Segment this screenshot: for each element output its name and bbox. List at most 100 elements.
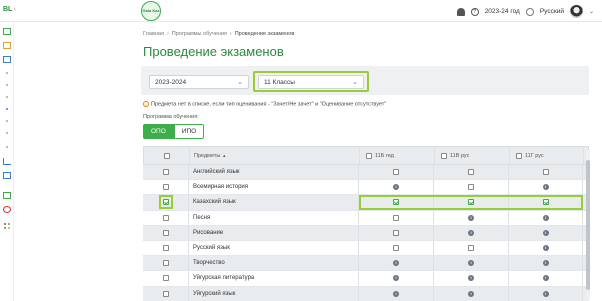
info-icon[interactable]: i	[393, 275, 399, 282]
row-checkbox[interactable]	[162, 184, 169, 191]
cell-checkbox[interactable]	[393, 169, 399, 176]
avatar[interactable]	[569, 5, 583, 18]
nav-dot[interactable]	[6, 72, 8, 74]
chevron-down-icon: ⌄	[237, 79, 243, 86]
info-icon[interactable]: i	[393, 260, 399, 267]
info-icon[interactable]: i	[468, 260, 474, 267]
year-select[interactable]: 2023-2024 ⌄	[149, 75, 249, 89]
class-cell: i	[509, 256, 583, 271]
column-header: 11Г рус	[510, 147, 584, 164]
column-header: 11В рус	[435, 147, 510, 164]
class-cell: i	[359, 286, 434, 301]
chevron-down-icon[interactable]: ⌄	[589, 8, 594, 15]
info-icon[interactable]: i	[542, 184, 549, 191]
program-label: Программа обучения:	[143, 114, 199, 120]
program-toggle: ОПО ИПО	[143, 124, 205, 139]
nav-dot[interactable]	[6, 146, 8, 148]
cell-checkbox[interactable]	[468, 169, 474, 176]
select-all-checkbox[interactable]	[163, 152, 170, 159]
help-icon[interactable]: ?	[470, 7, 479, 16]
info-icon[interactable]: i	[542, 290, 549, 297]
row-checkbox[interactable]	[162, 290, 169, 297]
row-checkbox[interactable]	[162, 199, 169, 206]
row-checkbox[interactable]	[162, 275, 169, 282]
subjects-header[interactable]: Предметы ▲	[190, 147, 360, 164]
class-select[interactable]: 11 Классы ⌄	[258, 75, 364, 89]
info-icon[interactable]: i	[542, 260, 549, 267]
globe-icon[interactable]	[525, 7, 534, 16]
class-cell: i	[434, 210, 509, 225]
row-check-cell	[143, 225, 189, 240]
row-check-cell	[143, 240, 189, 256]
class-cell: i	[509, 180, 583, 195]
info-icon[interactable]: i	[468, 229, 474, 236]
class-cell	[434, 180, 509, 195]
table-row: Английский язык	[143, 165, 589, 181]
academic-year[interactable]: 2023-24 год	[485, 8, 520, 15]
row-checkbox[interactable]	[162, 229, 169, 236]
subject-name: Русский язык	[189, 240, 359, 256]
chevron-down-icon: ⌄	[352, 79, 358, 86]
bell-icon[interactable]	[456, 7, 465, 16]
class-select-highlight: 11 Классы ⌄	[253, 71, 369, 92]
class-cell: i	[434, 225, 509, 240]
row-checkbox[interactable]	[162, 260, 169, 267]
apps-icon[interactable]	[3, 222, 11, 229]
cell-checkbox[interactable]	[468, 245, 474, 252]
folder-icon[interactable]	[3, 42, 11, 49]
subject-name: Песня	[189, 210, 359, 225]
app-logo[interactable]: BL›	[3, 6, 16, 13]
info-icon[interactable]: i	[468, 214, 474, 221]
column-header: 11Б гед	[360, 147, 435, 164]
monitor-icon[interactable]	[3, 28, 11, 35]
row-check-cell	[143, 271, 189, 286]
nav-dot[interactable]	[6, 132, 8, 134]
scrollbar-thumb[interactable]	[586, 160, 590, 290]
chart-icon[interactable]	[3, 158, 11, 165]
cell-checkbox[interactable]	[393, 245, 399, 252]
class-cell: i	[359, 256, 434, 271]
cell-checkbox[interactable]	[468, 184, 474, 191]
language-selector[interactable]: Русский	[540, 8, 564, 15]
table-header: Предметы ▲ 11Б гед 11В рус 11Г рус	[143, 146, 589, 165]
class-cell: i	[509, 286, 583, 301]
help-circle-icon[interactable]	[3, 206, 11, 213]
school-icon[interactable]	[3, 56, 11, 63]
info-icon[interactable]: i	[393, 290, 399, 297]
class-cell: i	[434, 256, 509, 271]
info-icon[interactable]: i	[468, 290, 474, 297]
nav-dot[interactable]	[6, 84, 8, 86]
class-cell: i	[509, 240, 583, 256]
class-cell	[359, 210, 434, 225]
breadcrumb: Главная › Программы обучения › Проведение эк…	[143, 31, 294, 37]
info-icon[interactable]: i	[542, 229, 549, 236]
row-checkbox[interactable]	[162, 214, 169, 221]
info-icon[interactable]: i	[542, 275, 549, 282]
card-icon[interactable]	[3, 192, 11, 199]
column-checkbox[interactable]	[366, 152, 372, 159]
table-scrollbar[interactable]	[586, 150, 590, 300]
nav-dot[interactable]	[6, 96, 8, 98]
brand-logo[interactable]: Gaia Kaz	[141, 1, 161, 21]
sort-icon[interactable]: ▲	[222, 153, 226, 158]
info-icon[interactable]: i	[393, 184, 399, 191]
breadcrumb-current: Проведение экзаменов	[234, 31, 295, 37]
info-icon[interactable]: i	[468, 275, 474, 282]
breadcrumb-programs[interactable]: Программы обучения	[172, 31, 227, 37]
nav-dot-active[interactable]	[6, 108, 8, 110]
column-checkbox[interactable]	[441, 152, 447, 159]
breadcrumb-home[interactable]: Главная	[143, 31, 164, 37]
cell-checkbox[interactable]	[393, 214, 399, 221]
cell-checkbox[interactable]	[542, 169, 549, 176]
nav-dot[interactable]	[6, 120, 8, 122]
chevron-right-icon: ›	[166, 31, 169, 37]
table-icon[interactable]	[3, 172, 11, 179]
column-checkbox[interactable]	[516, 152, 522, 159]
row-checkbox[interactable]	[162, 169, 169, 176]
program-opo-button[interactable]: ОПО	[143, 124, 174, 139]
program-ipo-button[interactable]: ИПО	[173, 124, 205, 139]
row-checkbox[interactable]	[162, 245, 169, 252]
info-icon[interactable]: i	[542, 214, 549, 221]
info-icon[interactable]: i	[542, 245, 549, 252]
cell-checkbox[interactable]	[393, 229, 399, 236]
